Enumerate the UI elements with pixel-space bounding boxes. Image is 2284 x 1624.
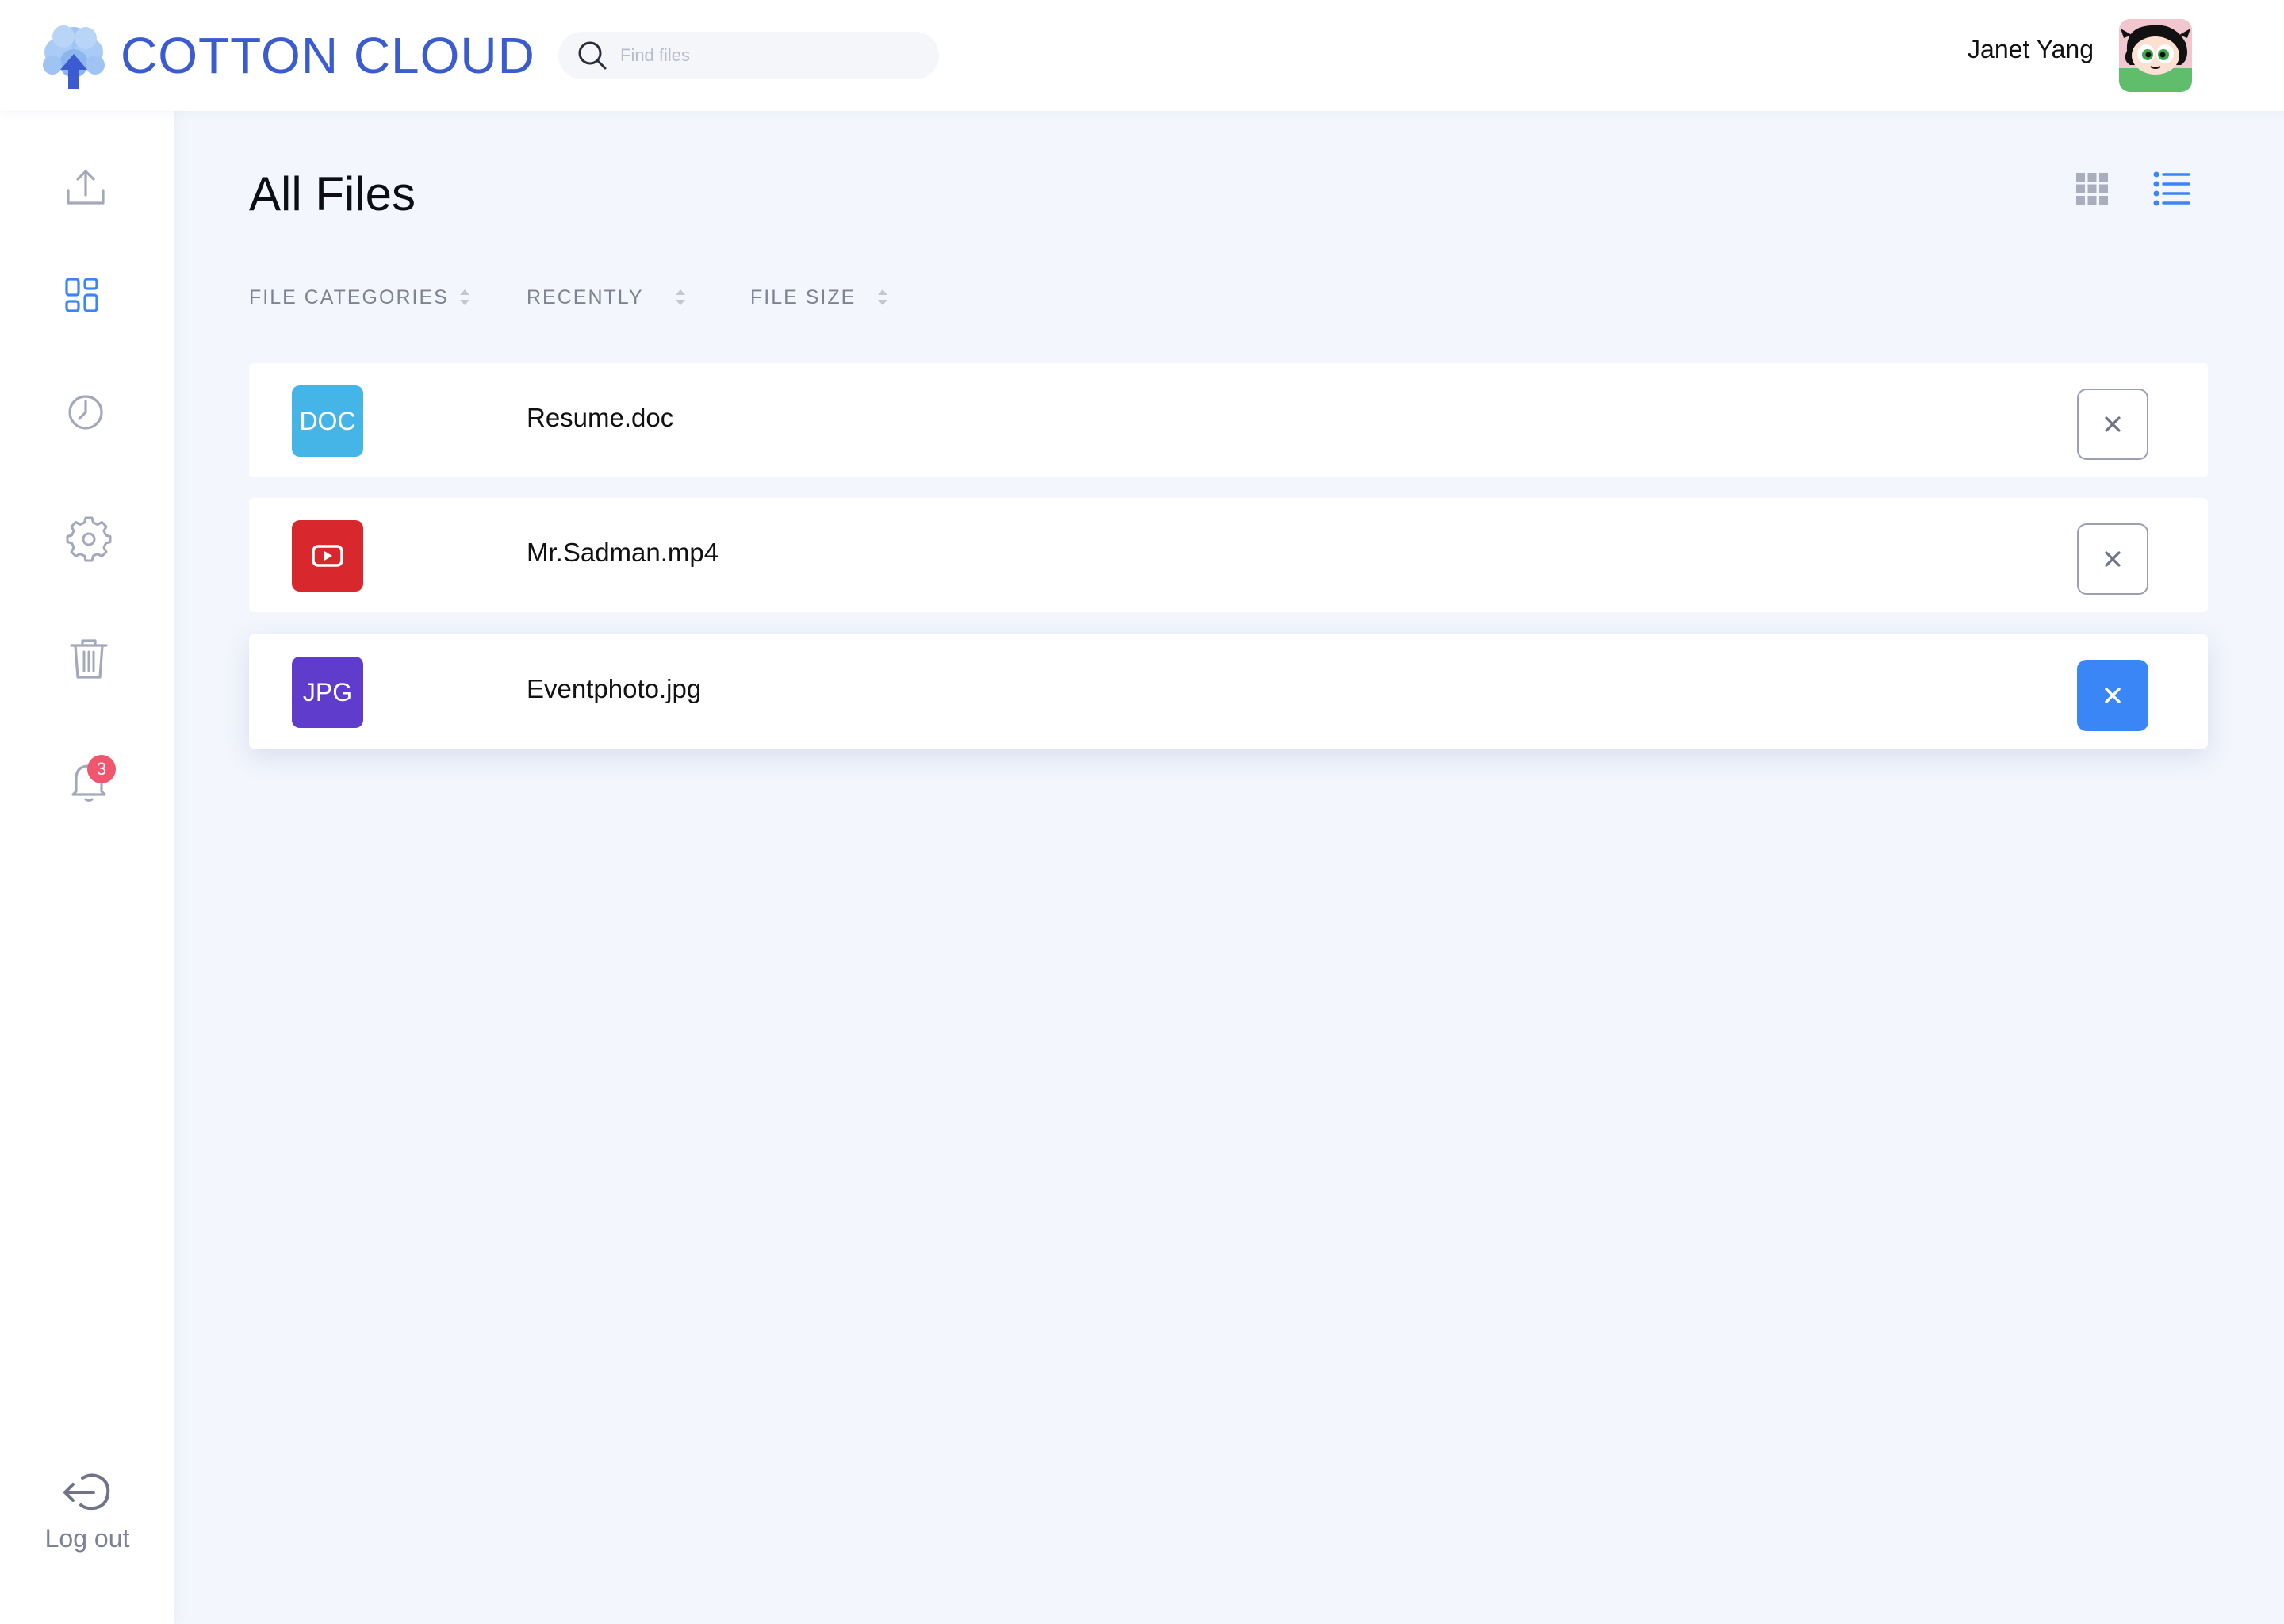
grid-dashboard-icon bbox=[65, 278, 98, 312]
close-icon bbox=[2105, 688, 2121, 703]
close-icon bbox=[2105, 551, 2121, 567]
sidebar-item-dashboard[interactable] bbox=[57, 271, 108, 322]
play-video-icon bbox=[312, 545, 343, 567]
grid-view-icon bbox=[2076, 173, 2108, 205]
sidebar-item-trash[interactable] bbox=[63, 633, 114, 684]
sort-label: FILE SIZE bbox=[750, 285, 856, 308]
grid-view-button[interactable] bbox=[2071, 168, 2113, 209]
file-row[interactable]: Mr.Sadman.mp4 bbox=[249, 498, 2208, 612]
sort-file-categories[interactable]: FILE CATEGORIES bbox=[249, 285, 473, 309]
file-type-label: JPG bbox=[302, 677, 353, 707]
file-type-badge bbox=[292, 520, 363, 592]
sort-arrows-icon bbox=[878, 289, 888, 305]
sort-arrows-icon bbox=[459, 289, 469, 305]
search-icon bbox=[578, 41, 607, 70]
logout-label[interactable]: Log out bbox=[0, 1524, 174, 1553]
trash-icon bbox=[70, 639, 108, 679]
top-header: COTTON CLOUD Janet Yang bbox=[0, 0, 2284, 111]
sort-recently[interactable]: RECENTLY bbox=[527, 285, 688, 309]
sort-file-size[interactable]: FILE SIZE bbox=[750, 285, 891, 309]
sidebar: 3 Log out bbox=[0, 111, 174, 1624]
file-name[interactable]: Resume.doc bbox=[527, 403, 673, 433]
file-type-badge: JPG bbox=[292, 657, 363, 728]
sidebar-item-recent[interactable] bbox=[60, 387, 111, 438]
clock-icon bbox=[68, 395, 103, 430]
logout-icon bbox=[63, 1473, 110, 1511]
cloud-upload-logo-icon bbox=[43, 25, 105, 89]
delete-file-button[interactable] bbox=[2077, 523, 2148, 595]
sidebar-item-settings[interactable] bbox=[63, 514, 114, 565]
close-icon bbox=[2105, 416, 2121, 432]
list-view-icon bbox=[2153, 171, 2190, 206]
file-type-label: DOC bbox=[299, 406, 356, 435]
delete-file-button[interactable] bbox=[2077, 660, 2148, 731]
brand-name: COTTON CLOUD bbox=[121, 27, 535, 84]
file-type-badge: DOC bbox=[292, 385, 363, 457]
list-view-button[interactable] bbox=[2151, 168, 2192, 209]
sort-label: FILE CATEGORIES bbox=[249, 285, 449, 308]
file-row[interactable]: JPG Eventphoto.jpg bbox=[249, 634, 2208, 749]
sidebar-item-upload[interactable] bbox=[60, 162, 111, 213]
brand-logo[interactable]: COTTON CLOUD bbox=[40, 17, 535, 94]
file-name[interactable]: Mr.Sadman.mp4 bbox=[527, 538, 719, 568]
page-title: All Files bbox=[249, 167, 416, 220]
search-bar[interactable] bbox=[558, 32, 939, 79]
sort-arrows-icon bbox=[675, 289, 685, 305]
logout-button[interactable] bbox=[59, 1464, 116, 1521]
search-input[interactable] bbox=[620, 45, 906, 66]
delete-file-button[interactable] bbox=[2077, 389, 2148, 460]
file-name[interactable]: Eventphoto.jpg bbox=[527, 674, 701, 704]
upload-icon bbox=[67, 170, 105, 205]
sort-label: RECENTLY bbox=[527, 285, 644, 308]
gear-icon bbox=[66, 516, 112, 562]
user-avatar[interactable] bbox=[2119, 19, 2192, 92]
file-row[interactable]: DOC Resume.doc bbox=[249, 363, 2208, 477]
notification-count-badge: 3 bbox=[87, 755, 116, 783]
user-name[interactable]: Janet Yang bbox=[1968, 35, 2094, 64]
avatar-illustration bbox=[2119, 19, 2192, 92]
